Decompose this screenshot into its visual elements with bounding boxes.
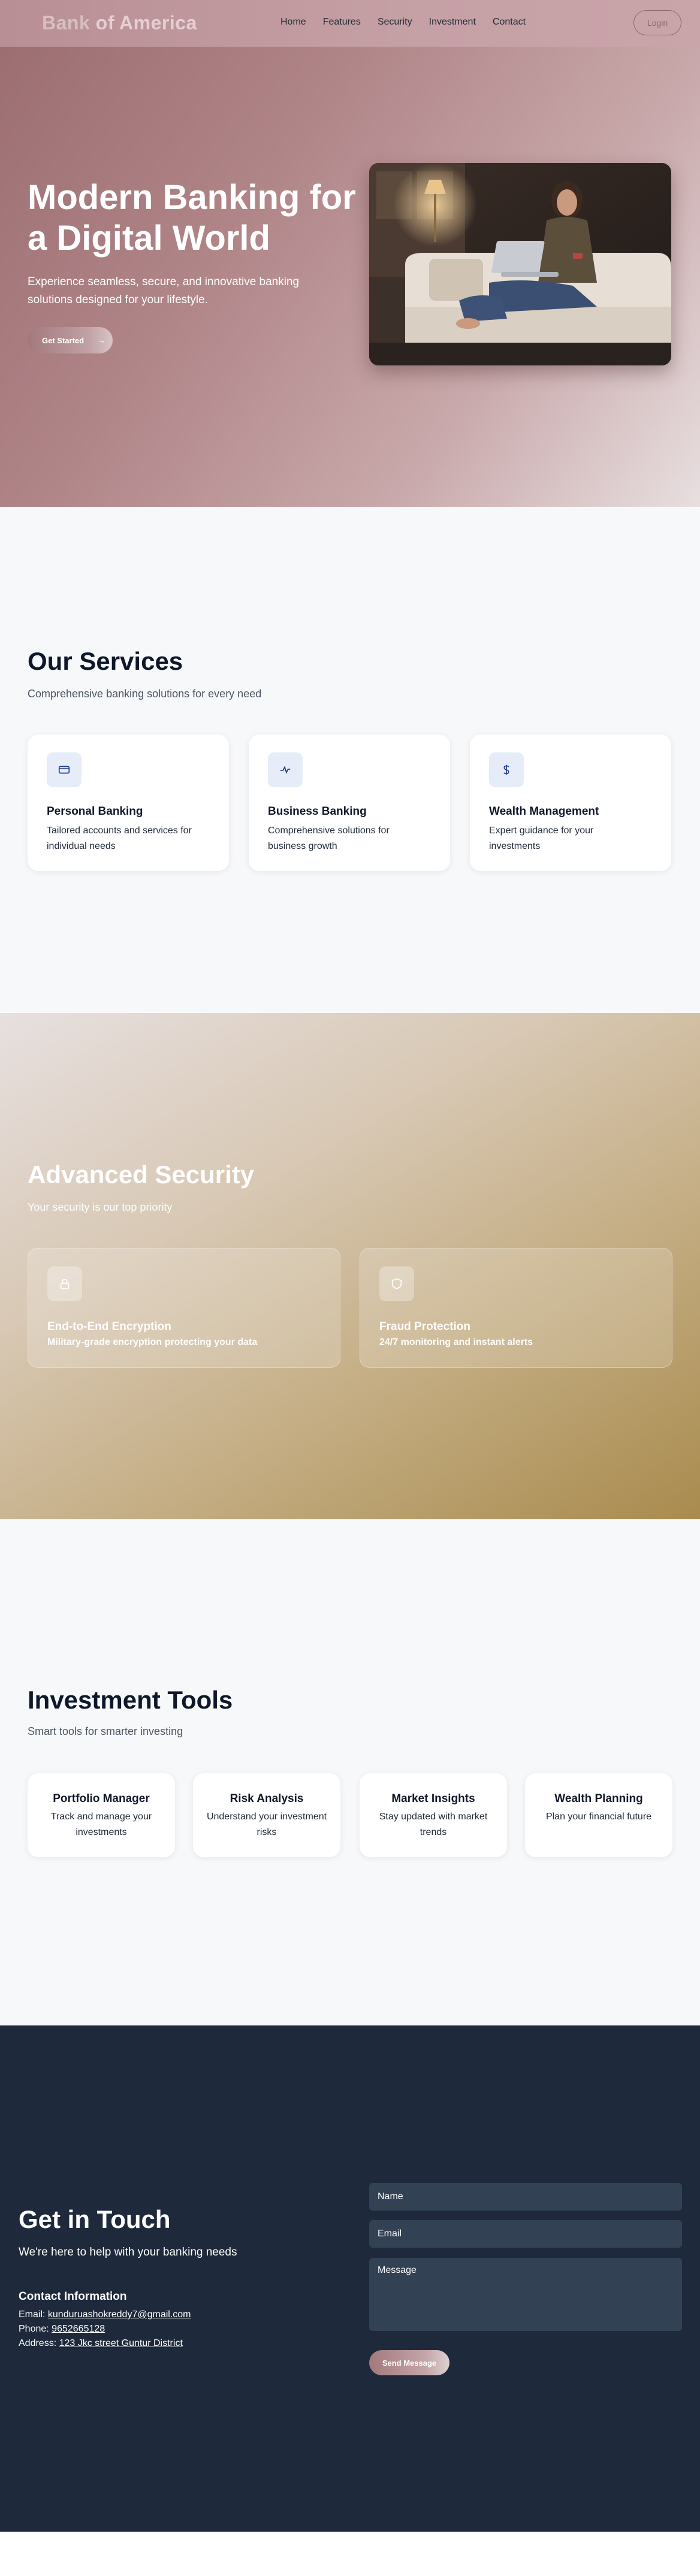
investment-card-risk[interactable]: Risk Analysis Understand your investment… (193, 1773, 340, 1857)
contact-address-line: Address: 123 Jkc street Guntur District (19, 2338, 183, 2349)
tool-desc: Plan your financial future (545, 1812, 652, 1822)
nav-link-home[interactable]: Home (280, 17, 306, 28)
brand-logo[interactable]: Bank of America (42, 12, 197, 34)
service-name: Personal Banking (47, 805, 143, 818)
hero-photo (369, 163, 671, 365)
hero-subtitle: Experience seamless, secure, and innovat… (28, 276, 300, 306)
security-card-encryption[interactable]: End-to-End Encryption Military-grade enc… (28, 1248, 340, 1368)
security-title: Advanced Security (28, 1160, 255, 1189)
contact-section: Get in Touch We're here to help with you… (0, 2025, 700, 2532)
security-feature-desc: 24/7 monitoring and instant alerts (379, 1337, 533, 1347)
contact-title: Get in Touch (19, 2205, 171, 2233)
address-label: Address: (19, 2338, 57, 2348)
security-feature-name: End-to-End Encryption (47, 1320, 171, 1333)
tool-name: Market Insights (391, 1792, 475, 1805)
hero-section: Modern Banking for a Digital World Exper… (0, 47, 700, 507)
security-subtitle: Your security is our top priority (28, 1201, 173, 1213)
phone-link[interactable]: 9652665128 (52, 2324, 105, 2334)
address-link[interactable]: 123 Jkc street Guntur District (59, 2338, 183, 2348)
woman-on-sofa-illustration (369, 163, 671, 365)
message-input[interactable] (369, 2258, 682, 2331)
dollar-icon (489, 752, 524, 787)
tool-name: Portfolio Manager (53, 1792, 150, 1805)
service-card-wealth[interactable]: Wealth Management Expert guidance for yo… (470, 734, 671, 871)
investment-title: Investment Tools (28, 1686, 233, 1714)
contact-subtitle: We're here to help with your banking nee… (19, 2246, 237, 2258)
security-card-fraud[interactable]: Fraud Protection 24/7 monitoring and ins… (360, 1248, 672, 1368)
investment-card-market[interactable]: Market Insights Stay updated with market… (360, 1773, 507, 1857)
security-section: Advanced Security Your security is our t… (0, 1013, 700, 1519)
tool-desc: Track and manage your investments (50, 1812, 152, 1837)
nav-link-contact[interactable]: Contact (493, 17, 526, 28)
email-label: Email: (19, 2309, 46, 2320)
nav-link-investment[interactable]: Investment (429, 17, 476, 28)
lock-icon (47, 1266, 82, 1301)
nav-link-security[interactable]: Security (378, 17, 412, 28)
email-input[interactable] (369, 2220, 682, 2248)
services-section: Our Services Comprehensive banking solut… (0, 507, 700, 1013)
investment-card-planning[interactable]: Wealth Planning Plan your financial futu… (525, 1773, 672, 1857)
phone-label: Phone: (19, 2324, 49, 2334)
investment-subtitle: Smart tools for smarter investing (28, 1725, 183, 1737)
navbar: Bank of America Home Features Security I… (0, 0, 700, 47)
hero-title: Modern Banking for a Digital World (28, 178, 356, 258)
tool-desc: Stay updated with market trends (379, 1812, 488, 1837)
send-message-button[interactable]: Send Message (369, 2350, 449, 2375)
services-title: Our Services (28, 647, 183, 675)
tool-name: Wealth Planning (554, 1792, 643, 1805)
shield-icon (379, 1266, 414, 1301)
contact-info-heading: Contact Information (19, 2290, 127, 2303)
activity-icon (268, 752, 303, 787)
investment-card-portfolio[interactable]: Portfolio Manager Track and manage your … (28, 1773, 175, 1857)
service-desc: Comprehensive solutions for business gro… (268, 826, 390, 851)
contact-phone-line: Phone: 9652665128 (19, 2324, 105, 2335)
nav-links: Home Features Security Investment Contac… (280, 17, 542, 28)
contact-email-line: Email: kunduruashokreddy7@gmail.com (19, 2309, 191, 2320)
service-card-business[interactable]: Business Banking Comprehensive solutions… (249, 734, 450, 871)
name-input[interactable] (369, 2183, 682, 2211)
tool-desc: Understand your investment risks (206, 1812, 327, 1837)
service-desc: Expert guidance for your investments (489, 826, 594, 851)
service-card-personal[interactable]: Personal Banking Tailored accounts and s… (28, 734, 229, 871)
services-subtitle: Comprehensive banking solutions for ever… (28, 688, 262, 700)
get-started-label: Get Started (42, 335, 85, 345)
service-name: Business Banking (268, 805, 367, 818)
service-name: Wealth Management (489, 805, 599, 818)
investment-section: Investment Tools Smart tools for smarter… (0, 1519, 700, 2025)
get-started-button[interactable]: Get Started → (28, 327, 113, 353)
login-button[interactable]: Login (633, 10, 681, 35)
email-link[interactable]: kunduruashokreddy7@gmail.com (48, 2309, 191, 2320)
tool-name: Risk Analysis (230, 1792, 304, 1805)
arrow-right-icon: → (97, 335, 106, 345)
security-feature-desc: Military-grade encryption protecting you… (47, 1337, 258, 1347)
security-feature-name: Fraud Protection (379, 1320, 471, 1333)
credit-card-icon (47, 752, 82, 787)
service-desc: Tailored accounts and services for indiv… (47, 826, 192, 851)
nav-link-features[interactable]: Features (323, 17, 361, 28)
